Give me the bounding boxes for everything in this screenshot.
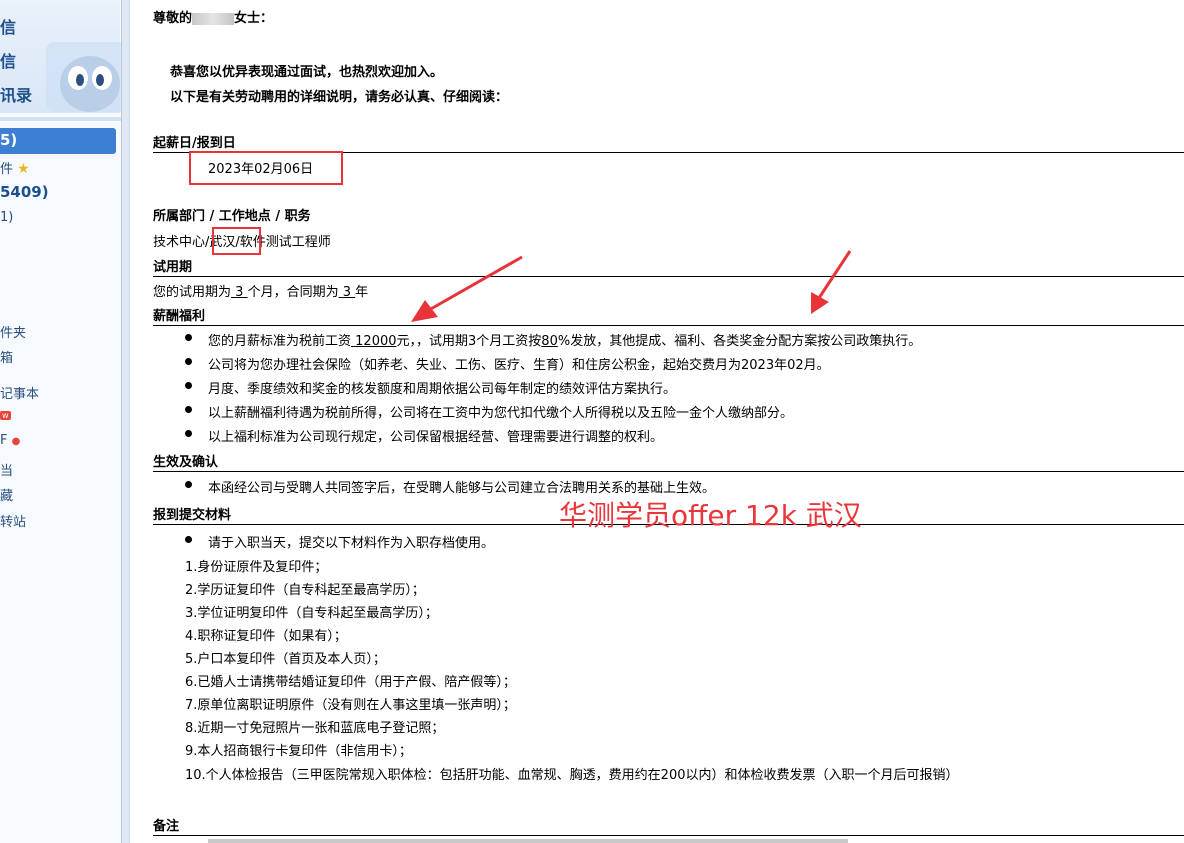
star-icon: ★ (17, 161, 30, 177)
inbox-count[interactable]: 5) (0, 131, 17, 149)
annotation-arrows (411, 250, 852, 322)
mascot-icon (46, 42, 121, 112)
sidebar-item-transfer[interactable]: 转站 (0, 511, 26, 530)
sidebar-item-small-count[interactable]: 1) (0, 210, 13, 225)
sidebar-item-notes[interactable]: 记事本 (0, 383, 39, 402)
sidebar-item-dot[interactable]: F ● (0, 433, 20, 448)
letter-body: 尊敬的 女士： 恭喜您以优异表现通过面试，也热烈欢迎加入。 以下是有关劳动聘用的详… (129, 0, 1184, 843)
arrow-to-policy (811, 250, 852, 314)
sidebar-item-inbox-active[interactable] (0, 128, 116, 154)
sidebar-item-new[interactable]: w (0, 408, 11, 423)
sidebar-item-favorites[interactable]: 藏 (0, 485, 13, 504)
sidebar-item-docs[interactable]: 当 (0, 460, 13, 479)
sidebar-item-starred[interactable]: 件 ★ (0, 158, 30, 177)
sidebar-item-count[interactable]: 5409) (0, 183, 49, 201)
sidebar-quick-links: 信 信 讯录 (0, 0, 121, 113)
sidebar-link-write[interactable]: 信 (0, 14, 16, 38)
sidebar-item-dot-label: F (0, 433, 8, 448)
sidebar-item-box[interactable]: 箱 (0, 347, 13, 366)
arrow-to-salary (411, 255, 523, 322)
sidebar-link-inbox[interactable]: 信 (0, 48, 16, 72)
new-badge: w (0, 411, 11, 420)
sidebar-item-folders[interactable]: 件夹 (0, 322, 26, 341)
sidebar-separator (0, 117, 121, 121)
mail-sidebar: 信 信 讯录 5) 件 ★ 5409) 1) 件夹 箱 记事本 w F ● 当 … (0, 0, 122, 843)
sidebar-link-contacts[interactable]: 讯录 (0, 82, 32, 106)
starred-label: 件 (0, 162, 14, 177)
unread-dot-icon: ● (11, 436, 21, 447)
